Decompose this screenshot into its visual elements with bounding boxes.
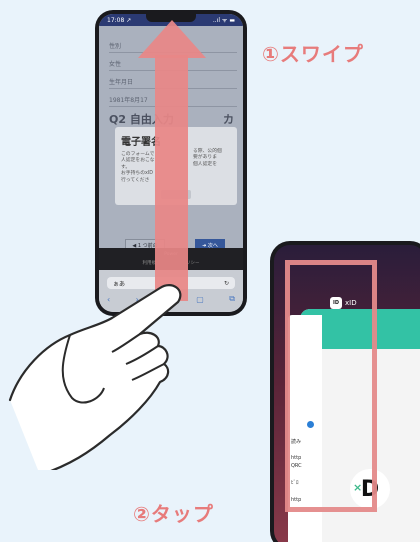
tap-highlight-frame <box>285 260 377 512</box>
status-time: 17:08 ↗ <box>107 16 132 24</box>
step-tap-label: ②タップ <box>133 502 214 526</box>
step-swipe-label: ①スワイプ <box>262 42 364 66</box>
dialog-body-right: る際、公的個 要がありま 個人認定を <box>193 149 235 168</box>
status-icons: ..ıl ᯤ ▬ <box>212 17 235 24</box>
tabs-icon[interactable]: ⧉ <box>229 294 235 304</box>
swipe-up-arrow-shaft <box>155 55 188 301</box>
question-heading-tail: カ <box>223 113 234 126</box>
birthdate-value[interactable]: 1981年8月17 <box>109 95 148 104</box>
gender-label: 性別 <box>109 43 122 50</box>
footer-privacy-link[interactable]: リシー <box>186 260 200 266</box>
gender-value[interactable]: 女性 <box>109 59 121 68</box>
reload-icon[interactable]: ↻ <box>224 280 229 287</box>
footer-terms-link[interactable]: 利用規 <box>143 260 157 266</box>
pointing-hand-icon <box>8 284 182 477</box>
dialog-line: 個人認定を <box>193 161 217 167</box>
birthdate-label: 生年月日 <box>109 79 134 86</box>
swipe-up-arrow-icon <box>138 20 206 58</box>
